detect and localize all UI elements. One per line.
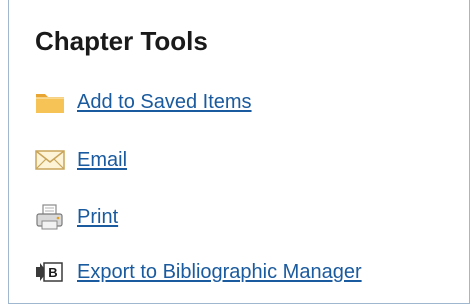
envelope-icon	[35, 147, 67, 173]
export-bibliographic-link[interactable]: Export to Bibliographic Manager	[77, 259, 362, 285]
tool-export-bibliographic[interactable]: B Export to Bibliographic Manager	[35, 252, 362, 292]
tool-add-to-saved-items[interactable]: Add to Saved Items	[35, 82, 252, 122]
print-link[interactable]: Print	[77, 204, 118, 230]
export-bib-icon: B	[35, 259, 67, 285]
printer-icon	[35, 204, 67, 230]
email-link[interactable]: Email	[77, 147, 127, 173]
tool-list: Add to Saved Items Email Print B Export …	[9, 0, 469, 303]
tool-print[interactable]: Print	[35, 197, 118, 237]
chapter-tools-panel: Chapter Tools Add to Saved Items Email P…	[8, 0, 470, 304]
svg-text:B: B	[48, 265, 57, 280]
add-to-saved-items-link[interactable]: Add to Saved Items	[77, 89, 252, 115]
folder-icon	[35, 89, 67, 115]
tool-email[interactable]: Email	[35, 140, 127, 180]
